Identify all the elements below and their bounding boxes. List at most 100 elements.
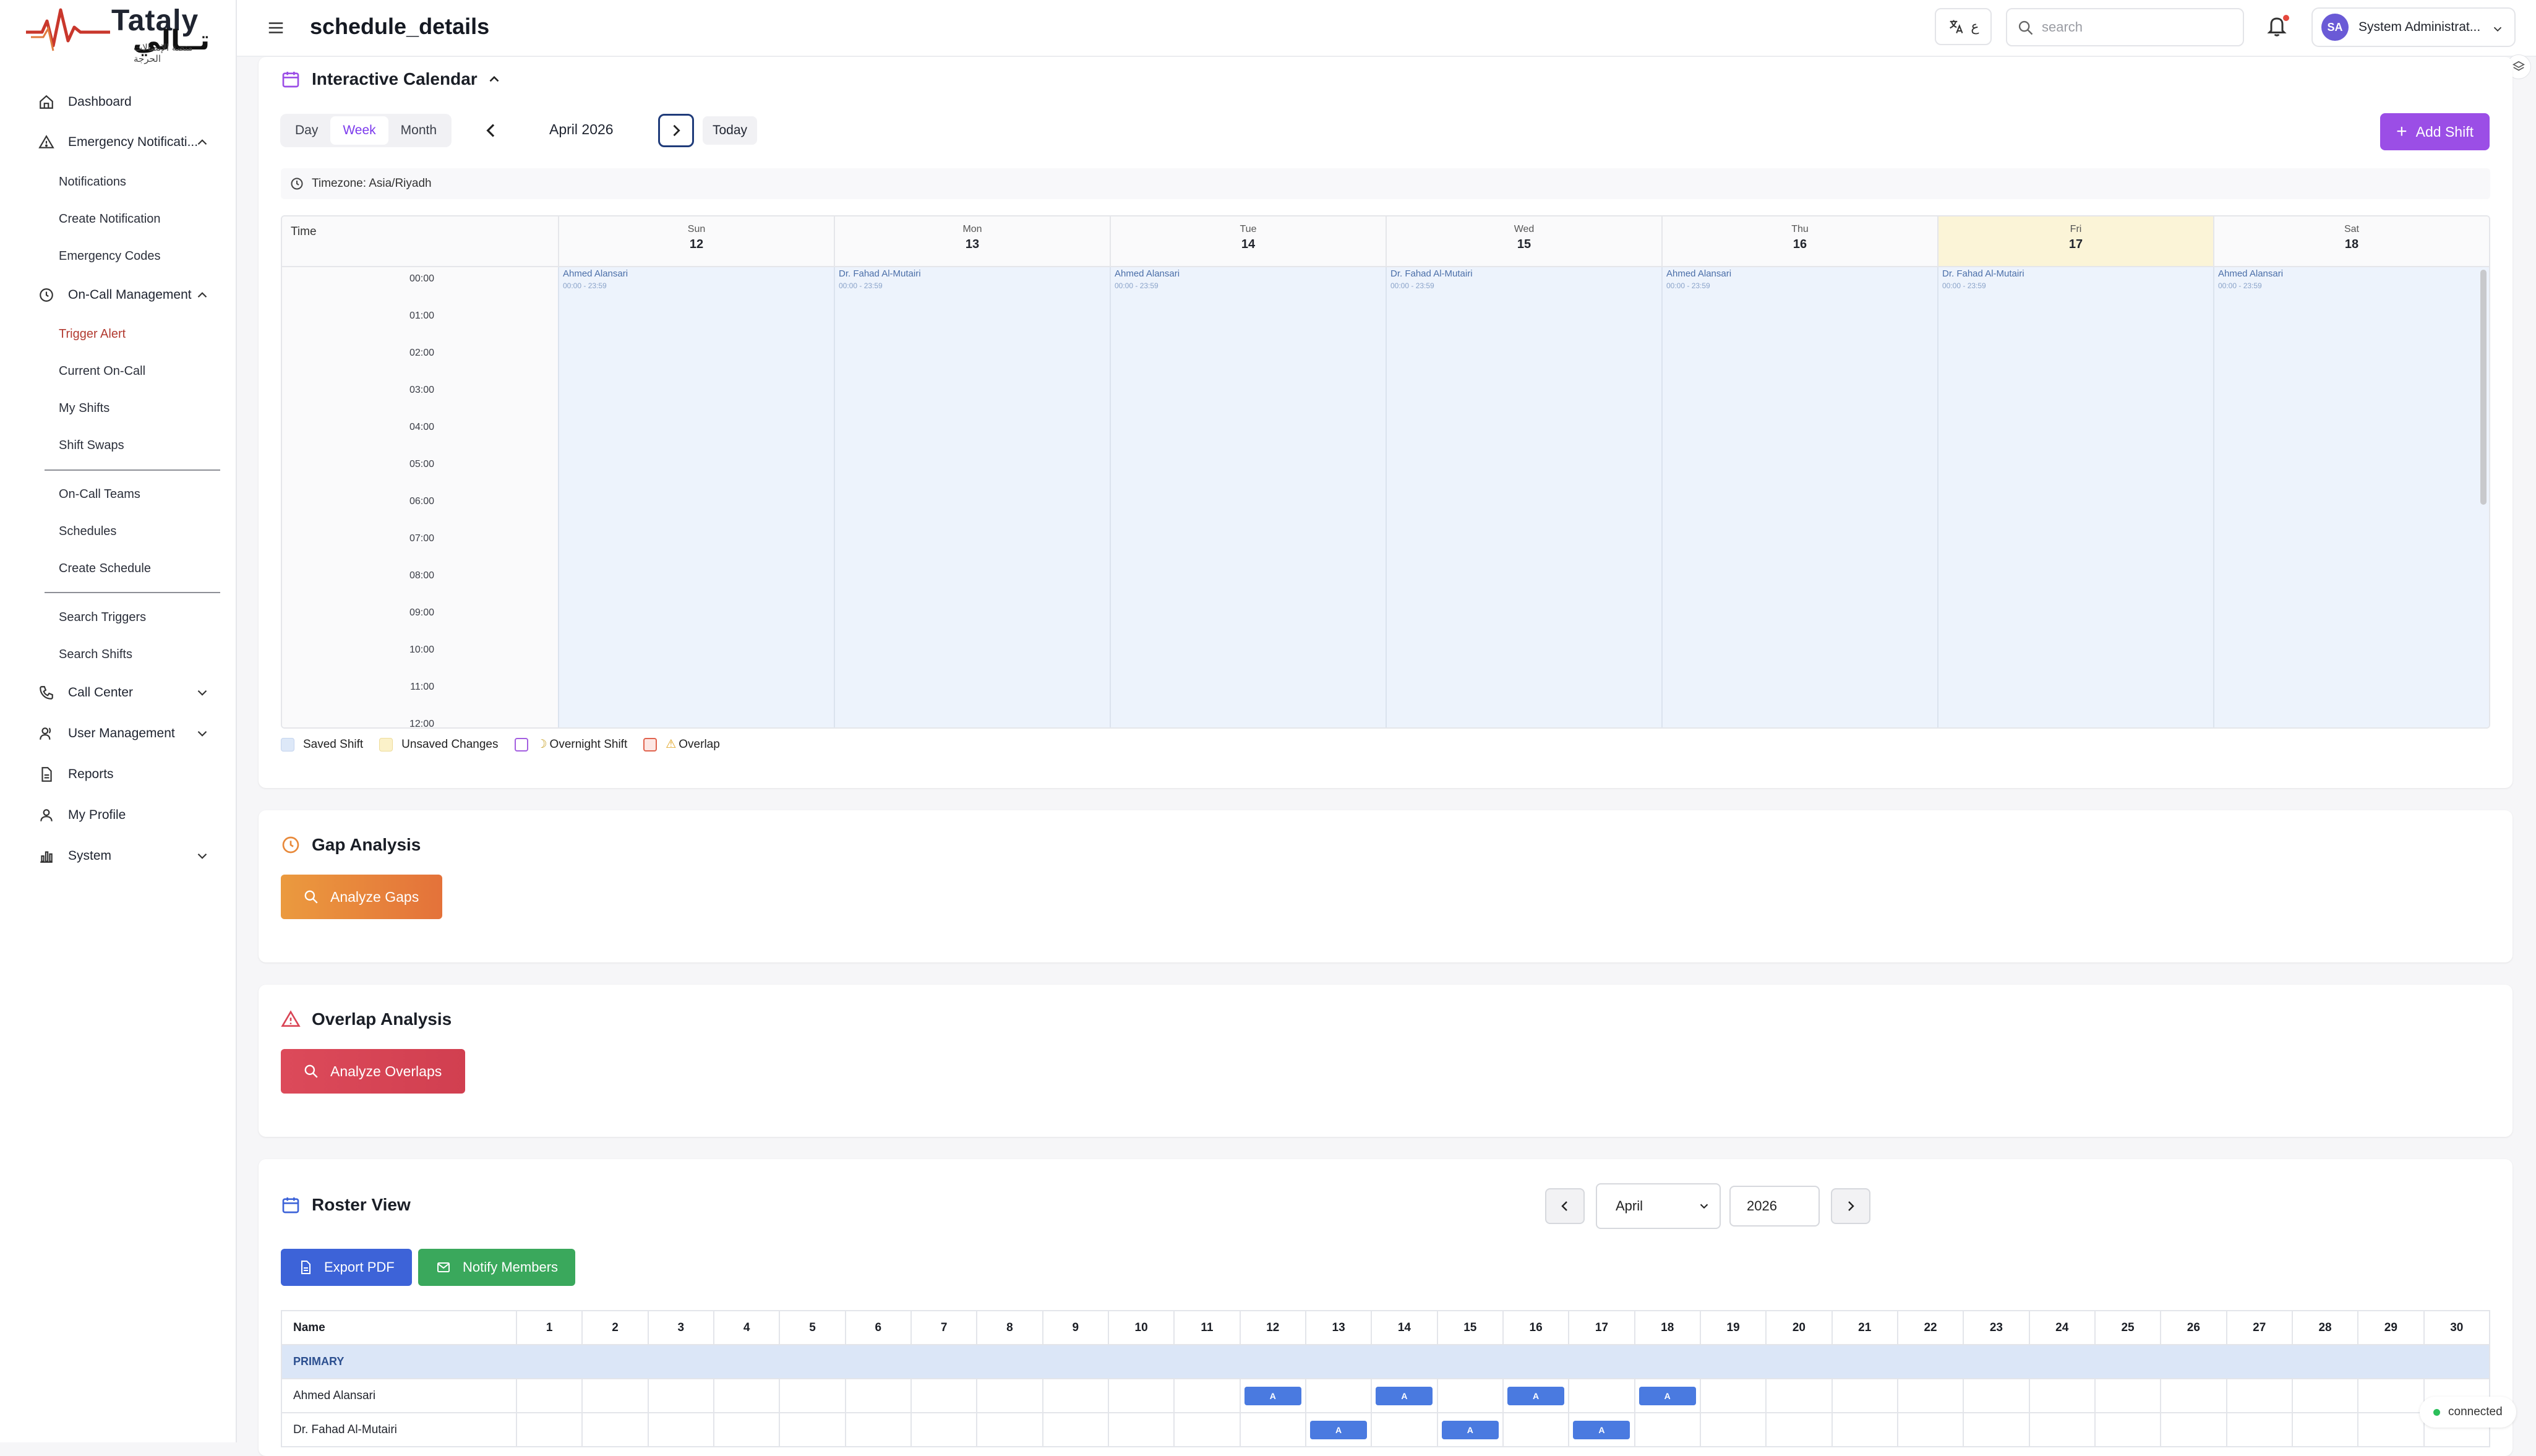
day-column-sun[interactable]: Ahmed Alansari 00:00 - 23:59 — [558, 267, 834, 727]
roster-month-select[interactable]: April — [1596, 1183, 1721, 1229]
roster-cell[interactable]: A — [1304, 1412, 1373, 1447]
day-column-wed[interactable]: Dr. Fahad Al-Mutairi 00:00 - 23:59 — [1386, 267, 1661, 727]
sidebar-item-reports[interactable]: Reports — [37, 759, 210, 790]
view-week-button[interactable]: Week — [330, 116, 388, 145]
roster-cell[interactable] — [581, 1378, 649, 1413]
sidebar-item-dashboard[interactable]: Dashboard — [37, 87, 210, 118]
chevron-down-icon[interactable] — [194, 726, 210, 742]
sidebar-item-trigger-alert[interactable]: Trigger Alert — [59, 322, 126, 346]
previous-week-button[interactable] — [481, 120, 501, 141]
roster-cell[interactable]: A — [1502, 1378, 1570, 1413]
roster-assignment-badge[interactable]: A — [1244, 1386, 1301, 1405]
sidebar-item-current-oncall[interactable]: Current On-Call — [59, 359, 145, 383]
roster-cell[interactable] — [2357, 1378, 2425, 1413]
roster-assignment-badge[interactable]: A — [1507, 1386, 1565, 1405]
roster-cell[interactable]: A — [1436, 1412, 1504, 1447]
roster-cell[interactable]: A — [1239, 1378, 1306, 1413]
today-button[interactable]: Today — [703, 116, 758, 145]
roster-cell[interactable] — [1963, 1378, 2030, 1413]
roster-cell[interactable] — [844, 1378, 912, 1413]
day-header-tue[interactable]: Tue 14 — [1110, 216, 1386, 266]
roster-cell[interactable] — [1699, 1378, 1767, 1413]
calendar-header[interactable]: Interactive Calendar — [281, 69, 513, 89]
roster-cell[interactable] — [1042, 1378, 1109, 1413]
sidebar-item-schedules[interactable]: Schedules — [59, 519, 116, 544]
roster-cell[interactable] — [2291, 1412, 2359, 1447]
roster-cell[interactable] — [2094, 1378, 2162, 1413]
roster-cell[interactable] — [581, 1412, 649, 1447]
roster-cell[interactable] — [976, 1412, 1043, 1447]
roster-cell[interactable] — [1107, 1378, 1175, 1413]
roster-cell[interactable] — [1568, 1378, 1635, 1413]
roster-cell[interactable] — [1239, 1412, 1306, 1447]
roster-cell[interactable] — [2291, 1378, 2359, 1413]
chevron-down-icon[interactable] — [194, 685, 210, 701]
roster-cell[interactable] — [1304, 1378, 1373, 1413]
roster-cell[interactable] — [2094, 1412, 2162, 1447]
day-header-sat[interactable]: Sat 18 — [2213, 216, 2489, 266]
roster-cell[interactable] — [1831, 1378, 1898, 1413]
roster-cell[interactable] — [2225, 1412, 2293, 1447]
view-month-button[interactable]: Month — [388, 116, 449, 145]
day-column-tue[interactable]: Ahmed Alansari 00:00 - 23:59 — [1110, 267, 1386, 727]
roster-prev-month-button[interactable] — [1545, 1188, 1585, 1224]
chevron-up-icon[interactable] — [194, 134, 210, 150]
analyze-overlaps-button[interactable]: Analyze Overlaps — [281, 1049, 466, 1094]
roster-cell[interactable] — [1831, 1412, 1898, 1447]
roster-cell[interactable] — [2160, 1412, 2227, 1447]
roster-cell[interactable] — [1436, 1378, 1504, 1413]
sidebar-item-shift-swaps[interactable]: Shift Swaps — [59, 433, 124, 458]
language-toggle-button[interactable]: ع — [1935, 8, 1992, 45]
day-column-fri[interactable]: Dr. Fahad Al-Mutairi 00:00 - 23:59 — [1937, 267, 2213, 727]
roster-cell[interactable] — [910, 1412, 978, 1447]
roster-cell[interactable] — [2225, 1378, 2293, 1413]
user-menu[interactable]: SA System Administrat... — [2311, 7, 2516, 47]
day-column-mon[interactable]: Dr. Fahad Al-Mutairi 00:00 - 23:59 — [834, 267, 1110, 727]
app-logo[interactable]: Tataly تــالي منصة الإتصالات الحرجة — [25, 0, 210, 64]
sidebar-item-my-profile[interactable]: My Profile — [37, 800, 210, 831]
roster-cell[interactable] — [713, 1378, 781, 1413]
sidebar-item-emergency-notifications[interactable]: Emergency Notificati... — [37, 127, 210, 158]
roster-cell[interactable] — [647, 1378, 714, 1413]
chevron-down-icon[interactable] — [194, 848, 210, 864]
export-pdf-button[interactable]: Export PDF — [281, 1249, 412, 1286]
day-header-thu[interactable]: Thu 16 — [1661, 216, 1937, 266]
calendar-scrollbar[interactable] — [2480, 270, 2487, 505]
shift-event[interactable]: Ahmed Alansari 00:00 - 23:59 — [563, 268, 830, 306]
shift-event[interactable]: Dr. Fahad Al-Mutairi 00:00 - 23:59 — [1390, 268, 1658, 306]
chevron-up-icon[interactable] — [486, 71, 502, 87]
sidebar-item-oncall-management[interactable]: On-Call Management — [37, 280, 210, 310]
roster-cell[interactable] — [2028, 1378, 2096, 1413]
next-week-button[interactable] — [658, 114, 694, 147]
roster-cell[interactable] — [515, 1378, 583, 1413]
roster-cell[interactable] — [2160, 1378, 2227, 1413]
chevron-up-icon[interactable] — [194, 287, 210, 303]
sidebar-item-call-center[interactable]: Call Center — [37, 677, 210, 708]
sidebar-item-search-shifts[interactable]: Search Shifts — [59, 642, 132, 667]
roster-cell[interactable] — [779, 1412, 846, 1447]
add-shift-button[interactable]: + Add Shift — [2380, 113, 2490, 150]
day-column-thu[interactable]: Ahmed Alansari 00:00 - 23:59 — [1661, 267, 1937, 727]
roster-cell[interactable] — [1042, 1412, 1109, 1447]
shift-event[interactable]: Ahmed Alansari 00:00 - 23:59 — [1666, 268, 1934, 306]
sidebar-item-oncall-teams[interactable]: On-Call Teams — [59, 482, 140, 507]
roster-cell[interactable]: A — [1568, 1412, 1635, 1447]
sidebar-item-emergency-codes[interactable]: Emergency Codes — [59, 244, 161, 268]
roster-cell[interactable] — [1765, 1378, 1833, 1413]
roster-cell[interactable] — [779, 1378, 846, 1413]
roster-cell[interactable] — [1371, 1412, 1438, 1447]
roster-year-input[interactable]: 2026 — [1729, 1186, 1820, 1227]
roster-assignment-badge[interactable]: A — [1639, 1386, 1696, 1405]
roster-cell[interactable] — [1502, 1412, 1570, 1447]
roster-assignment-badge[interactable]: A — [1573, 1420, 1630, 1439]
sidebar-item-create-notification[interactable]: Create Notification — [59, 207, 161, 231]
search-input[interactable]: search — [2006, 8, 2244, 46]
roster-next-month-button[interactable] — [1831, 1188, 1870, 1224]
sidebar-item-create-schedule[interactable]: Create Schedule — [59, 556, 151, 581]
roster-assignment-badge[interactable]: A — [1441, 1420, 1499, 1439]
roster-cell[interactable] — [910, 1378, 978, 1413]
shift-event[interactable]: Dr. Fahad Al-Mutairi 00:00 - 23:59 — [839, 268, 1106, 306]
day-column-sat[interactable]: Ahmed Alansari 00:00 - 23:59 — [2213, 267, 2489, 727]
analyze-gaps-button[interactable]: Analyze Gaps — [281, 875, 443, 919]
roster-cell[interactable] — [515, 1412, 583, 1447]
